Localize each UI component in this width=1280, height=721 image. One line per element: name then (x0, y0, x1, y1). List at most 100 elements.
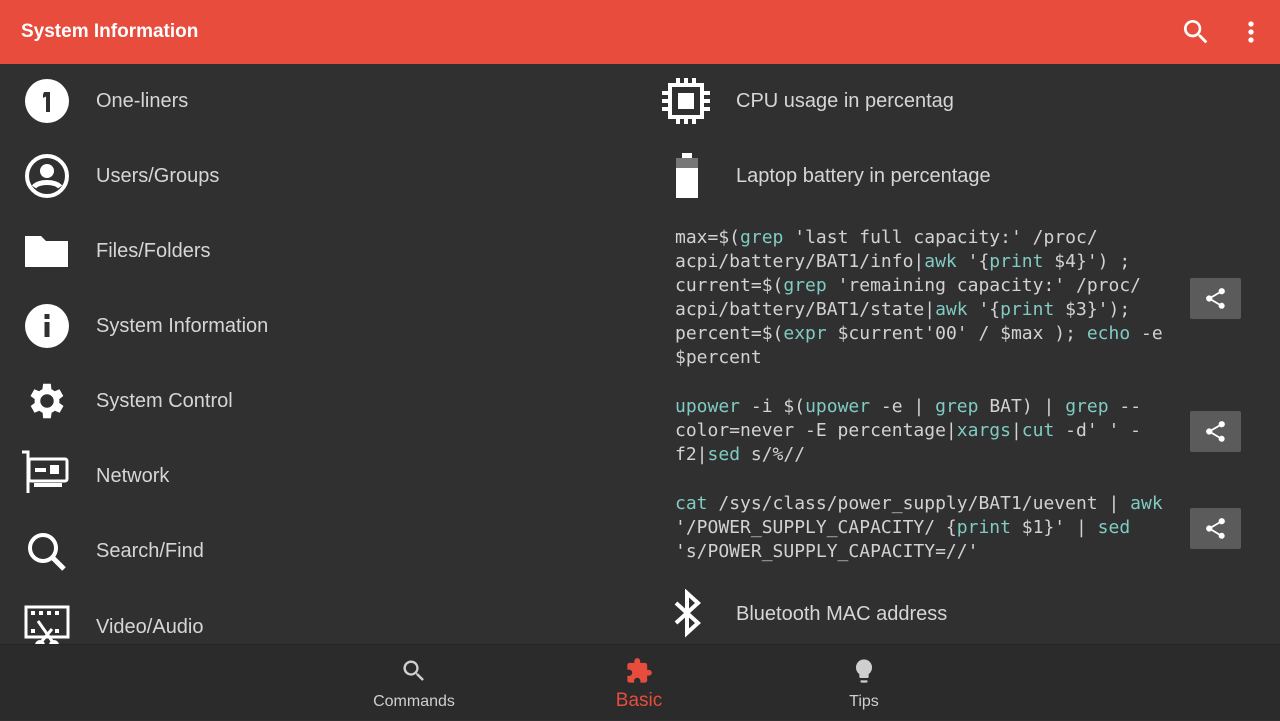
share-icon (1206, 421, 1225, 442)
code-text: -e (1130, 323, 1163, 344)
tab-label: Commands (373, 693, 455, 710)
sidebar-item-label: Video/Audio (96, 616, 204, 638)
code-line: upower -i $(upower -e | grep BAT) | grep… (675, 395, 1141, 419)
code-keyword: print (989, 251, 1044, 272)
sidebar-item-users-groups[interactable]: Users/Groups (0, 139, 620, 214)
command-cpu-usage[interactable]: CPU usage in percentag (640, 64, 1260, 139)
share-button[interactable] (1190, 508, 1241, 549)
lightbulb-icon (855, 659, 873, 683)
code-text: $1}' | (1010, 517, 1098, 538)
code-text: -e | (870, 396, 936, 417)
account-circle-icon (22, 153, 72, 199)
code-line: percent=$(expr $current'00' / $max ); ec… (675, 322, 1163, 346)
video-edit-icon (22, 605, 72, 644)
sidebar-item-label: System Information (96, 315, 269, 337)
sidebar-item-search-find[interactable]: Search/Find (0, 514, 620, 589)
sidebar-item-one-liners[interactable]: One-liners (0, 64, 620, 139)
info-icon (22, 303, 72, 349)
sidebar-item-system-information[interactable]: System Information (0, 289, 620, 364)
bluetooth-icon (660, 588, 714, 641)
folder-icon (22, 228, 72, 274)
code-keyword: sed (707, 444, 741, 465)
share-button[interactable] (1190, 411, 1241, 452)
code-text: s/%// (740, 444, 806, 465)
code-keyword: awk (1130, 493, 1163, 514)
command-label: Laptop battery in percentage (736, 165, 991, 187)
sidebar-item-network[interactable]: Network (0, 439, 620, 514)
code-line: acpi/battery/BAT1/state|awk '{print $3}'… (675, 298, 1163, 322)
code-line: cat /sys/class/power_supply/BAT1/uevent … (675, 492, 1163, 516)
app-bar: System Information (0, 0, 1280, 64)
command-bluetooth[interactable]: Bluetooth MAC address (640, 577, 1260, 644)
code-line: color=never -E percentage|xargs|cut -d' … (675, 419, 1141, 443)
extension-icon (627, 658, 652, 683)
sidebar-item-video-audio[interactable]: Video/Audio (0, 589, 620, 644)
command-code[interactable]: cat /sys/class/power_supply/BAT1/uevent … (675, 492, 1163, 564)
tab-label: Basic (615, 690, 663, 711)
bottom-navigation: Commands Basic Tips (0, 644, 1280, 720)
search-icon[interactable] (1180, 16, 1212, 48)
code-text: 's/POWER_SUPPLY_CAPACITY=//' (675, 541, 979, 562)
code-keyword: cut (1021, 420, 1055, 441)
sidebar-item-label: One-liners (96, 90, 189, 112)
code-keyword: expr (783, 323, 827, 344)
code-keyword: grep (935, 396, 979, 417)
code-text: -- (1108, 396, 1142, 417)
search-icon (403, 660, 424, 681)
tab-basic[interactable]: Basic (569, 645, 709, 721)
code-text: max=$( (675, 227, 741, 248)
tab-commands[interactable]: Commands (344, 645, 484, 721)
code-keyword: awk (924, 251, 957, 272)
command-code[interactable]: upower -i $(upower -e | grep BAT) | grep… (675, 395, 1141, 467)
code-text: acpi/battery/BAT1/info| (675, 251, 925, 272)
code-line: 's/POWER_SUPPLY_CAPACITY=//' (675, 540, 1163, 564)
code-line: '/POWER_SUPPLY_CAPACITY/ {print $1}' | s… (675, 516, 1163, 540)
code-text: current=$( (675, 275, 784, 296)
code-keyword: grep (1065, 396, 1109, 417)
code-text: $percent (675, 347, 762, 368)
code-text: -i $( (740, 396, 806, 417)
code-line: f2|sed s/%// (675, 443, 1141, 467)
code-keyword: awk (935, 299, 968, 320)
command-label: CPU usage in percentag (736, 90, 954, 112)
code-text: '{ (956, 251, 990, 272)
code-text: | (1010, 420, 1022, 441)
sidebar-item-label: Search/Find (96, 540, 204, 562)
code-text: '{ (967, 299, 1001, 320)
command-label: Bluetooth MAC address (736, 603, 948, 625)
share-button[interactable] (1190, 278, 1241, 319)
code-text: BAT) | (978, 396, 1066, 417)
code-text: $current'00' / $max ); (826, 323, 1087, 344)
command-battery[interactable]: Laptop battery in percentage (640, 139, 1260, 214)
sidebar-item-label: System Control (96, 390, 233, 412)
sidebar-item-label: Network (96, 465, 170, 487)
sidebar-item-label: Files/Folders (96, 240, 211, 262)
network-card-icon (20, 449, 70, 495)
code-text: color=never -E percentage| (675, 420, 957, 441)
sidebar-item-system-control[interactable]: System Control (0, 364, 620, 439)
sidebar-item-files-folders[interactable]: Files/Folders (0, 214, 620, 289)
code-keyword: print (956, 517, 1011, 538)
code-keyword: sed (1097, 517, 1131, 538)
code-text: $4}') ; (1043, 251, 1131, 272)
code-text: 'remaining capacity:' /proc/ (826, 275, 1142, 296)
share-icon (1206, 518, 1225, 539)
code-keyword: upower (675, 396, 741, 417)
code-line: max=$(grep 'last full capacity:' /proc/ (675, 226, 1163, 250)
share-icon (1206, 288, 1225, 309)
code-line: acpi/battery/BAT1/info|awk '{print $4}')… (675, 250, 1163, 274)
code-text: acpi/battery/BAT1/state| (675, 299, 936, 320)
code-keyword: print (1000, 299, 1055, 320)
code-keyword: echo (1086, 323, 1131, 344)
code-line: $percent (675, 346, 1163, 370)
tab-tips[interactable]: Tips (794, 645, 934, 721)
code-text: /sys/class/power_supply/BAT1/uevent | (707, 493, 1131, 514)
sidebar-item-label: Users/Groups (96, 165, 220, 187)
code-keyword: grep (783, 275, 827, 296)
code-line: current=$(grep 'remaining capacity:' /pr… (675, 274, 1163, 298)
code-text: -d' ' - (1054, 420, 1142, 441)
more-vert-icon[interactable] (1235, 16, 1267, 48)
code-text: '/POWER_SUPPLY_CAPACITY/ { (675, 517, 957, 538)
code-text: 'last full capacity:' /proc/ (783, 227, 1098, 248)
command-code[interactable]: max=$(grep 'last full capacity:' /proc/a… (675, 226, 1163, 370)
